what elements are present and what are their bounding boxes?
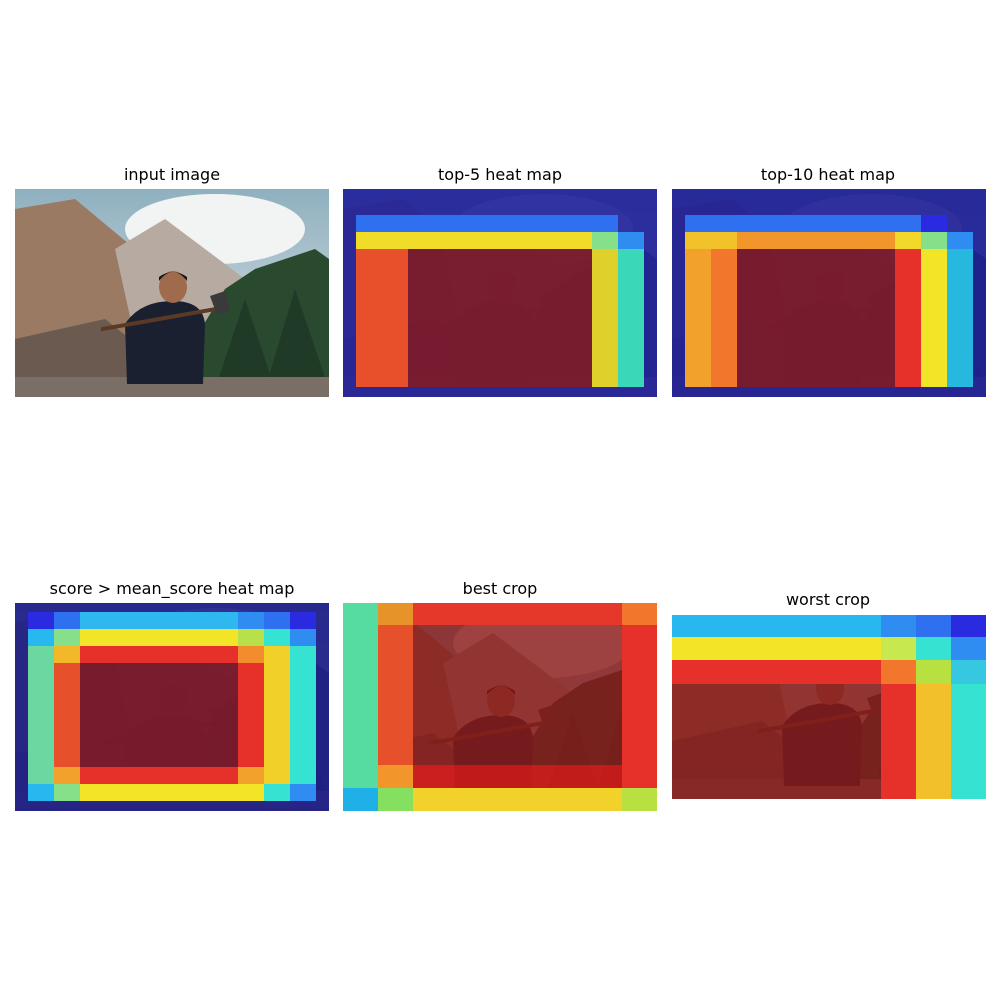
heat-block [80,612,238,629]
heat-block [947,249,973,387]
heat-block [916,615,951,637]
mean-score-heatmap-panel [15,603,329,811]
heat-block [343,603,378,788]
heat-block [356,249,408,387]
heat-block [685,232,737,249]
heat-block [264,629,290,646]
heat-block [238,646,264,663]
heat-block [290,646,316,784]
heat-block [54,784,80,801]
heat-block [80,629,238,646]
heat-block [618,249,644,387]
heat-block [921,215,947,232]
heat-block [378,625,413,765]
heat-block [737,232,895,249]
top10-heatmap-panel [672,189,986,397]
heat-block [80,784,264,801]
heat-block [672,615,881,637]
heat-block [951,637,986,660]
heat-block [413,603,622,625]
worst-crop-panel [672,615,986,799]
heat-block [622,788,657,811]
heat-block [356,232,592,249]
heat-block [881,637,916,660]
heat-block [28,629,54,646]
panel-title-mean-score: score > mean_score heat map [49,579,295,598]
heat-block [28,612,54,629]
heat-block [737,249,895,387]
heat-block [685,215,921,232]
heat-block [80,646,238,663]
heat-block [356,215,618,232]
heat-block [895,249,921,387]
heat-block [54,629,80,646]
heat-block [592,249,618,387]
heat-block [290,629,316,646]
heat-block [54,767,80,784]
heat-block [238,663,264,767]
heat-block [378,603,413,625]
heat-block [290,784,316,801]
heat-block [290,612,316,629]
input-photo [15,189,329,397]
panel-title-worst-crop: worst crop [785,590,871,609]
heat-block [28,784,54,801]
heat-block [408,249,592,387]
heat-block [80,663,238,767]
heat-block [672,637,881,660]
heat-block [881,684,916,799]
heat-block [895,232,921,249]
heat-block [80,767,238,784]
heat-block [685,249,711,387]
heat-block [672,684,881,799]
heat-block [264,784,290,801]
heat-block [622,625,657,788]
heat-block [54,646,80,663]
heat-block [881,615,916,637]
input-image-panel [15,189,329,397]
panel-title-top5: top-5 heat map [438,165,562,184]
heat-block [921,249,947,387]
heat-block [28,646,54,784]
heat-block [711,249,737,387]
heat-block [951,615,986,637]
heat-block [413,765,622,788]
heat-block [413,625,622,765]
heat-block [378,765,413,788]
heat-block [343,788,378,811]
heat-block [916,684,951,799]
heat-block [264,612,290,629]
heat-block [916,660,951,684]
panel-title-best-crop: best crop [462,579,538,598]
heat-block [951,660,986,684]
heat-block [881,660,916,684]
heat-block [951,684,986,799]
panel-title-top10: top-10 heat map [760,165,896,184]
heat-block [618,232,644,249]
heat-block [622,603,657,625]
best-crop-panel [343,603,657,811]
heat-block [238,612,264,629]
heat-block [54,612,80,629]
heat-block [592,232,618,249]
heat-block [413,788,622,811]
heat-block [378,788,413,811]
heat-block [238,767,264,784]
heat-block [921,232,947,249]
panel-title-input-image: input image [123,165,221,184]
heat-block [264,646,290,784]
heat-block [947,232,973,249]
heat-block [238,629,264,646]
heat-block [672,660,881,684]
top5-heatmap-panel [343,189,657,397]
heat-block [54,663,80,767]
heat-block [916,637,951,660]
